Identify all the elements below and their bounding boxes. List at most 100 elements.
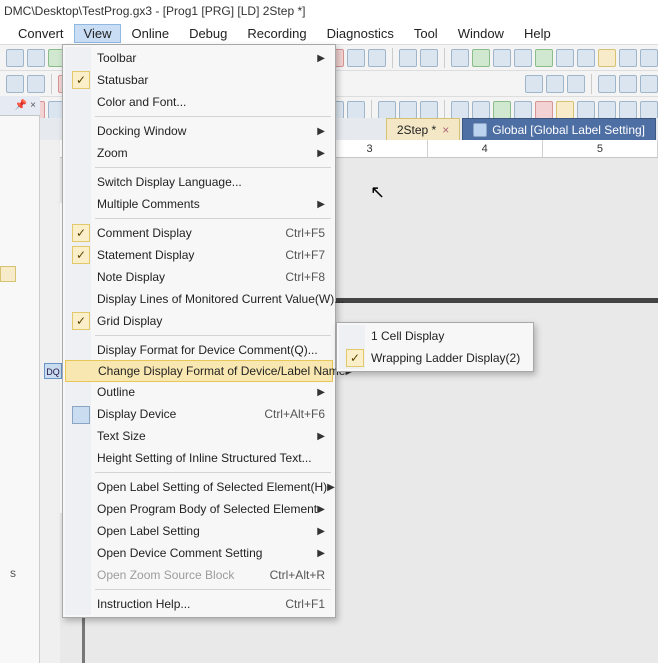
menu-shortcut: Ctrl+Alt+F6 (264, 407, 325, 421)
menu-item-label: Color and Font... (97, 95, 186, 109)
menu-item[interactable]: Color and Font... (65, 91, 333, 113)
tb-icon[interactable] (577, 101, 595, 119)
menu-item[interactable]: Docking Window ▶ (65, 120, 333, 142)
menu-item-label: Docking Window (97, 124, 186, 138)
tb-icon[interactable] (514, 49, 532, 67)
tb-icon[interactable] (640, 101, 658, 119)
tb-icon[interactable] (27, 49, 45, 67)
menu-item-label: Comment Display (97, 226, 192, 240)
tb-icon[interactable] (472, 101, 490, 119)
tb-icon[interactable] (598, 75, 616, 93)
tb-icon[interactable] (535, 49, 553, 67)
menu-item[interactable]: Statusbar (65, 69, 333, 91)
device-icon[interactable]: DQ (44, 363, 62, 379)
menu-item[interactable]: Zoom▶ (65, 142, 333, 164)
submenu-arrow-icon: ▶ (317, 548, 325, 559)
menu-separator (95, 218, 331, 219)
display-format-submenu: 1 Cell DisplayWrapping Ladder Display(2) (336, 322, 534, 372)
close-icon[interactable]: × (30, 100, 36, 111)
menu-item[interactable]: Change Display Format of Device/Label Na… (65, 360, 333, 382)
menu-help[interactable]: Help (514, 24, 561, 43)
redo-icon[interactable] (420, 49, 438, 67)
tb-icon[interactable] (514, 101, 532, 119)
menu-online[interactable]: Online (121, 24, 179, 43)
menu-recording[interactable]: Recording (237, 24, 316, 43)
menu-item[interactable]: Statement DisplayCtrl+F7 (65, 244, 333, 266)
tb-icon[interactable] (598, 101, 616, 119)
tb-icon[interactable] (399, 101, 417, 119)
menu-item[interactable]: Note DisplayCtrl+F8 (65, 266, 333, 288)
menu-item-label: Text Size (97, 429, 146, 443)
menu-debug[interactable]: Debug (179, 24, 237, 43)
menu-item[interactable]: Open Device Comment Setting▶ (65, 542, 333, 564)
submenu-arrow-icon: ▶ (317, 199, 325, 210)
tb-icon[interactable] (472, 49, 490, 67)
menu-item-label: Open Zoom Source Block (97, 568, 234, 582)
menu-diagnostics[interactable]: Diagnostics (317, 24, 404, 43)
tb-icon[interactable] (619, 75, 637, 93)
tb-icon[interactable] (451, 49, 469, 67)
submenu-item[interactable]: Wrapping Ladder Display(2) (339, 347, 531, 369)
submenu-arrow-icon: ▶ (317, 431, 325, 442)
menu-convert[interactable]: Convert (8, 24, 74, 43)
copy-icon[interactable] (347, 49, 365, 67)
tb-icon[interactable] (378, 101, 396, 119)
tb-icon[interactable] (640, 75, 658, 93)
menu-separator (95, 116, 331, 117)
tb-icon[interactable] (535, 101, 553, 119)
menu-tool[interactable]: Tool (404, 24, 448, 43)
menu-item-label: Switch Display Language... (97, 175, 242, 189)
menu-window[interactable]: Window (448, 24, 514, 43)
tb-icon[interactable] (6, 75, 24, 93)
tb-icon[interactable] (577, 49, 595, 67)
menu-item[interactable]: Open Label Setting of Selected Element(H… (65, 476, 333, 498)
menu-item[interactable]: Display Lines of Monitored Current Value… (65, 288, 333, 310)
menu-item[interactable]: Text Size ▶ (65, 425, 333, 447)
menu-item[interactable]: Switch Display Language... (65, 171, 333, 193)
menu-item[interactable]: Grid Display (65, 310, 333, 332)
tb-icon[interactable] (347, 101, 365, 119)
tb-icon[interactable] (556, 49, 574, 67)
paste-icon[interactable] (368, 49, 386, 67)
menu-item[interactable]: Outline▶ (65, 381, 333, 403)
menu-item[interactable]: Open Program Body of Selected Element▶ (65, 498, 333, 520)
tb-icon[interactable] (640, 49, 658, 67)
tb-icon[interactable] (493, 49, 511, 67)
tb-icon[interactable] (27, 75, 45, 93)
tb-icon[interactable] (6, 49, 24, 67)
submenu-item[interactable]: 1 Cell Display (339, 325, 531, 347)
submenu-arrow-icon: ▶ (317, 148, 325, 159)
tb-icon[interactable] (493, 101, 511, 119)
tab-2step[interactable]: 2Step * × (386, 118, 460, 140)
menu-item-label: Height Setting of Inline Structured Text… (97, 451, 312, 465)
menu-item[interactable]: Display Format for Device Comment(Q)... (65, 339, 333, 361)
tb-icon[interactable] (619, 49, 637, 67)
menu-item[interactable]: Toolbar▶ (65, 47, 333, 69)
folder-icon[interactable] (0, 266, 16, 282)
menu-item[interactable]: Multiple Comments▶ (65, 193, 333, 215)
menu-view[interactable]: View (74, 24, 122, 43)
menu-separator (95, 472, 331, 473)
tb-icon[interactable] (567, 75, 585, 93)
submenu-arrow-icon: ▶ (317, 126, 325, 137)
tb-icon[interactable] (525, 75, 543, 93)
menu-item[interactable]: Comment DisplayCtrl+F5 (65, 222, 333, 244)
menu-item[interactable]: Instruction Help...Ctrl+F1 (65, 593, 333, 615)
tb-icon[interactable] (420, 101, 438, 119)
tb-icon[interactable] (556, 101, 574, 119)
menu-item[interactable]: Height Setting of Inline Structured Text… (65, 447, 333, 469)
menu-separator (95, 167, 331, 168)
pin-icon[interactable]: 📌 (15, 100, 27, 111)
close-icon[interactable]: × (442, 123, 449, 137)
tb-icon[interactable] (598, 49, 616, 67)
tb-icon[interactable] (546, 75, 564, 93)
undo-icon[interactable] (399, 49, 417, 67)
tb-icon[interactable] (619, 101, 637, 119)
window-title: DMC\Desktop\TestProg.gx3 - [Prog1 [PRG] … (4, 4, 305, 18)
menu-item[interactable]: Open Label Setting▶ (65, 520, 333, 542)
tab-global[interactable]: Global [Global Label Setting] (462, 118, 656, 140)
menu-item-label: Statement Display (97, 248, 194, 262)
menu-item[interactable]: Display DeviceCtrl+Alt+F6 (65, 403, 333, 425)
menu-item-label: Display Lines of Monitored Current Value… (97, 292, 344, 306)
tb-icon[interactable] (451, 101, 469, 119)
